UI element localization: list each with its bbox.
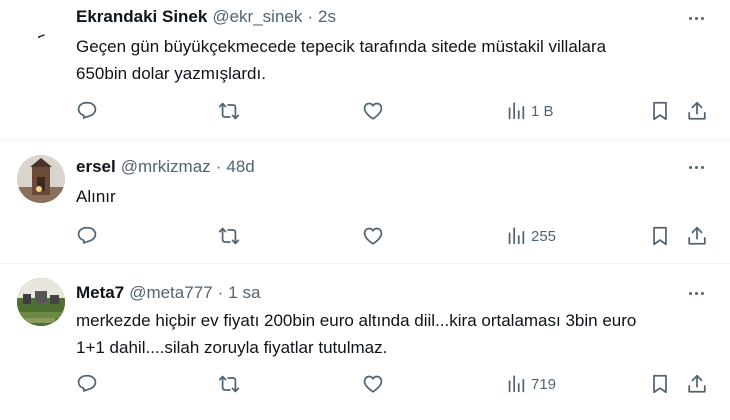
separator-dot: · — [215, 157, 222, 176]
retweet-button[interactable] — [218, 100, 240, 122]
avatar[interactable] — [17, 4, 65, 52]
retweet-icon — [218, 102, 240, 120]
avatar-tower-image — [17, 155, 65, 203]
heart-icon — [363, 375, 383, 393]
views-count: 255 — [531, 227, 557, 245]
views-button[interactable]: 719 — [505, 373, 556, 395]
reply-button[interactable] — [76, 100, 98, 122]
heart-icon — [363, 102, 383, 120]
avatar-fly-image — [38, 34, 45, 38]
tweet-3[interactable]: Meta7 @meta777 · 1 sa merkezde hiçbir ev… — [0, 264, 730, 420]
tweet-header: Ekrandaki Sinek @ekr_sinek · 2s — [76, 7, 336, 27]
avatar[interactable] — [17, 155, 65, 203]
like-button[interactable] — [362, 373, 384, 395]
share-button[interactable] — [686, 100, 708, 122]
views-chart-icon — [508, 102, 525, 120]
tweet-text-line: merkezde hiçbir ev fiyatı 200bin euro al… — [76, 311, 637, 330]
separator-dot: · — [217, 283, 224, 302]
bookmark-icon — [653, 226, 667, 246]
share-button[interactable] — [686, 373, 708, 395]
retweet-button[interactable] — [218, 225, 240, 247]
heart-icon — [363, 227, 383, 245]
views-button[interactable]: 255 — [505, 225, 556, 247]
retweet-icon — [218, 375, 240, 393]
author-handle[interactable]: @ekr_sinek — [212, 7, 302, 27]
tweet-text-line: Alınır — [76, 187, 116, 206]
more-dots-icon[interactable] — [684, 159, 708, 175]
separator-dot: · — [307, 7, 314, 26]
tweet-header: Meta7 @meta777 · 1 sa — [76, 283, 260, 303]
tweet-text: Geçen gün büyükçekmecede tepecik tarafın… — [76, 33, 716, 87]
reply-icon — [77, 374, 97, 392]
reply-button[interactable] — [76, 225, 98, 247]
retweet-button[interactable] — [218, 373, 240, 395]
reply-icon — [77, 101, 97, 119]
like-button[interactable] — [362, 100, 384, 122]
reply-button[interactable] — [76, 373, 98, 395]
bookmark-button[interactable] — [649, 225, 671, 247]
tweet-text-line: 1+1 dahil....silah zoruyla fiyatlar tutu… — [76, 338, 388, 357]
avatar[interactable] — [17, 278, 65, 326]
views-count: 1 B — [531, 102, 554, 120]
bookmark-icon — [653, 374, 667, 394]
tweet-text: Alınır — [76, 183, 716, 210]
tweet-text: merkezde hiçbir ev fiyatı 200bin euro al… — [76, 307, 716, 361]
timestamp[interactable]: 48d — [226, 157, 254, 177]
author-name[interactable]: Ekrandaki Sinek — [76, 7, 207, 27]
views-chart-icon — [508, 375, 525, 393]
author-handle[interactable]: @meta777 — [129, 283, 212, 303]
share-button[interactable] — [686, 225, 708, 247]
views-chart-icon — [508, 227, 525, 245]
tweet-text-line: 650bin dolar yazmışlardı. — [76, 64, 266, 83]
tweet-text-line: Geçen gün büyükçekmecede tepecik tarafın… — [76, 37, 607, 56]
timestamp[interactable]: 2s — [318, 7, 336, 27]
reply-icon — [77, 226, 97, 244]
like-button[interactable] — [362, 225, 384, 247]
bookmark-icon — [653, 101, 667, 121]
author-name[interactable]: ersel — [76, 157, 116, 177]
author-handle[interactable]: @mrkizmaz — [121, 157, 211, 177]
more-dots-icon[interactable] — [684, 10, 708, 26]
avatar-landscape-image — [17, 278, 65, 326]
retweet-icon — [218, 227, 240, 245]
author-name[interactable]: Meta7 — [76, 283, 124, 303]
timestamp[interactable]: 1 sa — [228, 283, 260, 303]
tweet-2[interactable]: ersel @mrkizmaz · 48d Alınır 255 — [0, 141, 730, 263]
share-icon — [688, 226, 706, 245]
views-button[interactable]: 1 B — [505, 100, 554, 122]
tweet-header: ersel @mrkizmaz · 48d — [76, 157, 255, 177]
tweet-1[interactable]: Ekrandaki Sinek @ekr_sinek · 2s Geçen gü… — [0, 0, 730, 140]
share-icon — [688, 101, 706, 120]
share-icon — [688, 374, 706, 393]
views-count: 719 — [531, 375, 557, 393]
more-dots-icon[interactable] — [684, 285, 708, 301]
bookmark-button[interactable] — [649, 373, 671, 395]
bookmark-button[interactable] — [649, 100, 671, 122]
